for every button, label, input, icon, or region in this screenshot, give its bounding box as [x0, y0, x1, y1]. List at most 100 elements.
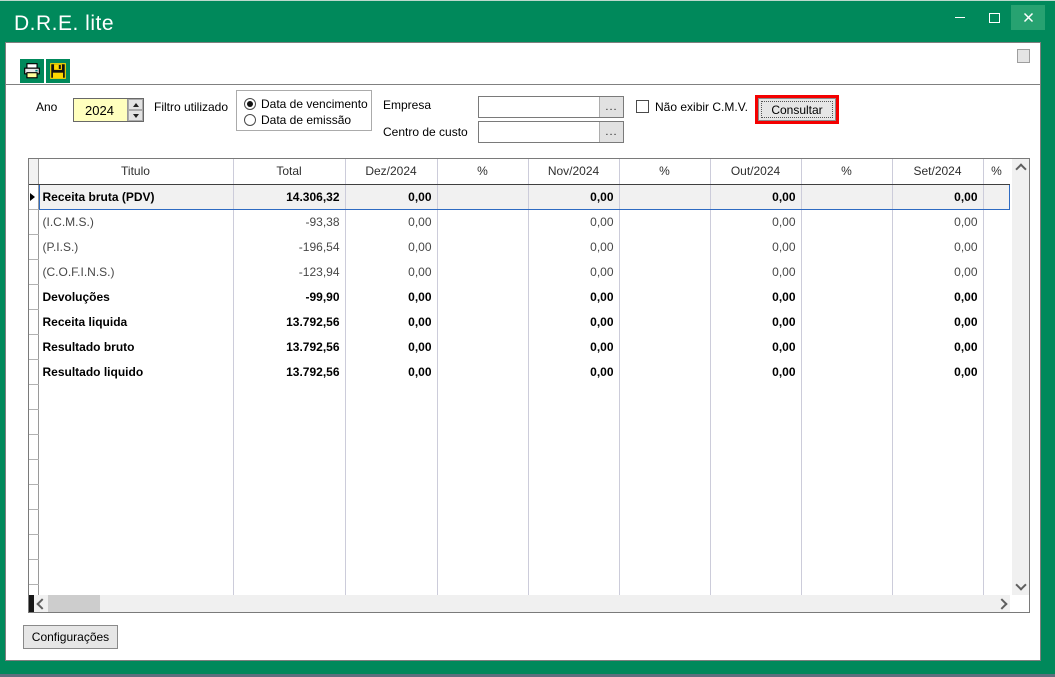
- cell-value[interactable]: [437, 309, 528, 334]
- radio-option-2[interactable]: Data de emissão: [244, 112, 351, 128]
- cell-value[interactable]: [619, 334, 710, 359]
- cell-value[interactable]: [437, 184, 528, 209]
- table-row[interactable]: Resultado bruto13.792,560,000,000,000,00: [29, 334, 1010, 359]
- table-row[interactable]: Receita liquida13.792,560,000,000,000,00: [29, 309, 1010, 334]
- cell-value[interactable]: [619, 209, 710, 234]
- cell-value[interactable]: [801, 184, 892, 209]
- vertical-scrollbar[interactable]: [1012, 159, 1029, 595]
- cell-value[interactable]: [801, 334, 892, 359]
- titlebar[interactable]: D.R.E. lite: [0, 0, 1055, 42]
- year-input[interactable]: [74, 99, 127, 121]
- row-indicator[interactable]: [29, 309, 38, 334]
- cmv-checkbox[interactable]: [636, 100, 649, 113]
- cell-titulo[interactable]: Receita bruta (PDV): [38, 184, 233, 209]
- cell-value[interactable]: 0,00: [345, 209, 437, 234]
- cell-titulo[interactable]: Devoluções: [38, 284, 233, 309]
- row-indicator[interactable]: [29, 184, 38, 209]
- cell-value[interactable]: [983, 334, 1010, 359]
- cell-value[interactable]: 13.792,56: [233, 334, 345, 359]
- cell-value[interactable]: [437, 259, 528, 284]
- cell-titulo[interactable]: Receita liquida: [38, 309, 233, 334]
- cell-value[interactable]: [437, 234, 528, 259]
- table-row[interactable]: Receita bruta (PDV)14.306,320,000,000,00…: [29, 184, 1010, 209]
- cell-value[interactable]: [983, 209, 1010, 234]
- cell-titulo[interactable]: (I.C.M.S.): [38, 209, 233, 234]
- cell-value[interactable]: [983, 234, 1010, 259]
- column-header-pct-5[interactable]: %: [619, 159, 710, 184]
- cell-value[interactable]: 0,00: [528, 309, 619, 334]
- cell-value[interactable]: 0,00: [892, 284, 983, 309]
- cell-value[interactable]: [983, 284, 1010, 309]
- column-header-nov-2024[interactable]: Nov/2024: [528, 159, 619, 184]
- radio-option-1[interactable]: Data de vencimento: [244, 96, 368, 112]
- cell-value[interactable]: 0,00: [710, 284, 801, 309]
- cell-value[interactable]: [801, 234, 892, 259]
- cell-value[interactable]: [619, 234, 710, 259]
- cell-value[interactable]: [437, 284, 528, 309]
- cell-value[interactable]: [437, 359, 528, 384]
- cell-titulo[interactable]: (C.O.F.I.N.S.): [38, 259, 233, 284]
- consultar-button[interactable]: Consultar: [758, 98, 836, 121]
- cell-value[interactable]: [437, 209, 528, 234]
- cell-value[interactable]: 0,00: [892, 309, 983, 334]
- centro-custo-input[interactable]: [479, 122, 599, 142]
- cell-value[interactable]: 0,00: [345, 284, 437, 309]
- table-row[interactable]: (P.I.S.)-196,540,000,000,000,00: [29, 234, 1010, 259]
- cell-value[interactable]: 0,00: [528, 334, 619, 359]
- cell-value[interactable]: [619, 309, 710, 334]
- table-row[interactable]: (C.O.F.I.N.S.)-123,940,000,000,000,00: [29, 259, 1010, 284]
- table-row[interactable]: Resultado liquido13.792,560,000,000,000,…: [29, 359, 1010, 384]
- cell-value[interactable]: 0,00: [892, 334, 983, 359]
- cell-value[interactable]: -99,90: [233, 284, 345, 309]
- cell-value[interactable]: 0,00: [710, 234, 801, 259]
- scroll-right-button[interactable]: [997, 595, 1010, 612]
- cell-value[interactable]: 0,00: [710, 334, 801, 359]
- cell-value[interactable]: [983, 259, 1010, 284]
- cell-value[interactable]: [619, 284, 710, 309]
- cell-value[interactable]: 0,00: [892, 359, 983, 384]
- save-button[interactable]: [46, 59, 70, 83]
- cell-value[interactable]: 0,00: [528, 234, 619, 259]
- cell-value[interactable]: 0,00: [345, 234, 437, 259]
- scroll-left-button[interactable]: [34, 595, 47, 612]
- cell-titulo[interactable]: Resultado bruto: [38, 334, 233, 359]
- cell-value[interactable]: 0,00: [528, 284, 619, 309]
- cell-value[interactable]: 0,00: [710, 359, 801, 384]
- configuracoes-button[interactable]: Configurações: [23, 625, 118, 649]
- column-header-pct-9[interactable]: %: [983, 159, 1010, 184]
- cell-value[interactable]: 0,00: [710, 309, 801, 334]
- cell-value[interactable]: [437, 334, 528, 359]
- cell-value[interactable]: [983, 184, 1010, 209]
- column-header-pct-3[interactable]: %: [437, 159, 528, 184]
- cell-value[interactable]: -196,54: [233, 234, 345, 259]
- panel-grip[interactable]: [1017, 49, 1030, 63]
- cell-value[interactable]: 13.792,56: [233, 359, 345, 384]
- cell-value[interactable]: [619, 359, 710, 384]
- empresa-lookup-button[interactable]: ...: [599, 97, 623, 117]
- cell-value[interactable]: [801, 209, 892, 234]
- cell-value[interactable]: 0,00: [892, 209, 983, 234]
- cell-value[interactable]: [801, 359, 892, 384]
- table-row[interactable]: (I.C.M.S.)-93,380,000,000,000,00: [29, 209, 1010, 234]
- year-spin-up-button[interactable]: [128, 99, 143, 110]
- cell-value[interactable]: [619, 184, 710, 209]
- cell-value[interactable]: 0,00: [528, 359, 619, 384]
- cell-value[interactable]: -123,94: [233, 259, 345, 284]
- cell-value[interactable]: [983, 309, 1010, 334]
- column-header-total[interactable]: Total: [233, 159, 345, 184]
- cell-value[interactable]: 0,00: [892, 259, 983, 284]
- column-header-set-2024[interactable]: Set/2024: [892, 159, 983, 184]
- maximize-button[interactable]: [977, 5, 1011, 30]
- radio-icon[interactable]: [244, 114, 256, 126]
- cell-value[interactable]: 0,00: [710, 184, 801, 209]
- column-header-dez-2024[interactable]: Dez/2024: [345, 159, 437, 184]
- row-indicator[interactable]: [29, 209, 38, 234]
- row-indicator[interactable]: [29, 284, 38, 309]
- cell-value[interactable]: [801, 309, 892, 334]
- scroll-up-button[interactable]: [1012, 159, 1029, 176]
- cell-titulo[interactable]: Resultado liquido: [38, 359, 233, 384]
- cell-value[interactable]: 0,00: [710, 259, 801, 284]
- row-indicator[interactable]: [29, 234, 38, 259]
- cell-value[interactable]: 0,00: [345, 184, 437, 209]
- cell-value[interactable]: 0,00: [892, 234, 983, 259]
